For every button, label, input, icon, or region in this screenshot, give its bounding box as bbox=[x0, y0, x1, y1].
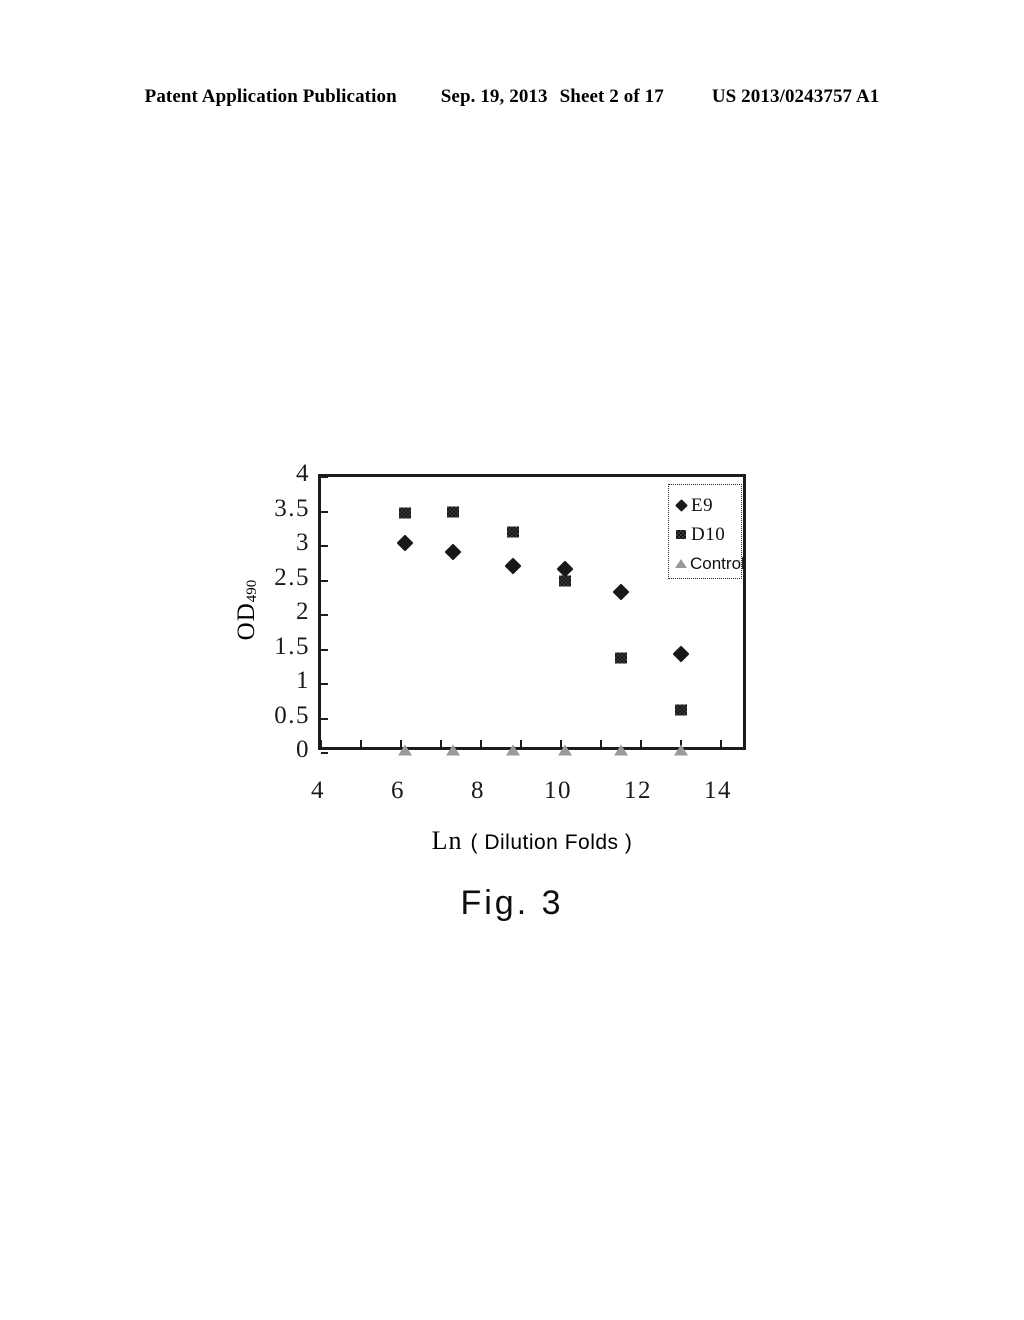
data-point-d10 bbox=[507, 526, 519, 537]
y-axis-tick-label: 3 bbox=[296, 529, 310, 556]
x-axis-tick-label: 6 bbox=[391, 777, 405, 804]
x-axis-tick-label: 10 bbox=[544, 777, 572, 804]
y-axis-tick-labels: 0 0.5 1 1.5 2 2.5 3 3.5 4 bbox=[238, 460, 310, 763]
y-axis-tick-label: 4 bbox=[296, 460, 310, 487]
legend-item-control: Control bbox=[673, 549, 745, 578]
data-point-e9 bbox=[444, 543, 462, 561]
data-point-d10 bbox=[559, 575, 571, 586]
y-axis-tick-label: 2.5 bbox=[274, 563, 310, 591]
triangle-marker-icon bbox=[673, 556, 689, 572]
y-axis-tick-label: 1 bbox=[296, 667, 310, 694]
y-axis-tick-label: 3.5 bbox=[274, 494, 310, 522]
x-axis-tick bbox=[640, 740, 642, 747]
y-axis-tick bbox=[321, 476, 328, 478]
x-axis-title-parenthetical: ( Dilution Folds ) bbox=[470, 831, 633, 854]
y-axis-tick bbox=[321, 717, 328, 720]
figure-3-block: OD 490 0 0.5 1 1.5 2 2.5 3 3.5 4 E9 D10 Control 468… bbox=[0, 0, 1024, 1320]
data-point-d10 bbox=[399, 507, 411, 519]
x-axis-tick bbox=[360, 740, 362, 747]
y-axis-tick bbox=[321, 579, 328, 582]
x-axis-tick-label: 4 bbox=[311, 777, 325, 804]
legend-item-d10: D10 bbox=[673, 520, 741, 549]
y-axis-tick-label: 0 bbox=[296, 736, 310, 763]
y-axis-tick bbox=[321, 648, 328, 651]
data-point-control bbox=[398, 744, 412, 756]
data-point-e9 bbox=[504, 557, 522, 575]
data-point-control bbox=[614, 744, 628, 756]
x-axis-tick bbox=[480, 740, 482, 747]
figure-caption: Fig. 3 bbox=[460, 884, 564, 922]
legend-item-e9: E9 bbox=[673, 491, 741, 520]
y-axis-tick-label: 1.5 bbox=[274, 632, 310, 660]
square-marker-icon bbox=[673, 527, 689, 543]
data-point-e9 bbox=[612, 583, 630, 601]
x-axis-tick bbox=[440, 740, 442, 747]
y-axis-tick bbox=[321, 683, 328, 685]
data-point-control bbox=[558, 744, 572, 756]
data-point-control bbox=[446, 744, 460, 756]
x-axis-tick-labels: 4 6 8 10 12 14 bbox=[311, 777, 746, 812]
legend-label: Control bbox=[690, 554, 745, 573]
x-axis-tick bbox=[600, 740, 602, 747]
data-point-control bbox=[674, 744, 688, 756]
x-axis-tick bbox=[720, 740, 722, 747]
data-point-d10 bbox=[615, 652, 627, 664]
x-axis-tick bbox=[520, 740, 522, 747]
y-axis-tick bbox=[321, 614, 328, 616]
x-axis-title: Ln ( Dilution Folds ) bbox=[318, 826, 746, 856]
x-axis-title-main: Ln bbox=[431, 826, 463, 855]
legend-label: E9 bbox=[691, 495, 714, 516]
diamond-marker-icon bbox=[673, 498, 689, 514]
data-point-e9 bbox=[672, 645, 690, 663]
y-axis-tick bbox=[321, 510, 328, 513]
x-axis-tick-label: 8 bbox=[471, 777, 485, 804]
x-axis-tick bbox=[320, 740, 322, 747]
y-axis-tick-label: 0.5 bbox=[274, 701, 310, 729]
y-axis-tick bbox=[321, 752, 328, 754]
chart-legend: E9 D10 Control bbox=[668, 484, 745, 579]
x-axis-tick-label: 14 bbox=[704, 777, 732, 804]
y-axis-tick-label: 2 bbox=[296, 598, 310, 625]
plot-area: E9 D10 Control bbox=[318, 474, 746, 756]
y-axis-tick bbox=[321, 545, 328, 547]
data-point-d10 bbox=[675, 704, 687, 716]
data-point-e9 bbox=[396, 534, 414, 552]
legend-label: D10 bbox=[691, 524, 726, 545]
data-point-d10 bbox=[447, 506, 459, 518]
x-axis-tick-label: 12 bbox=[624, 777, 652, 804]
data-point-control bbox=[506, 744, 520, 756]
